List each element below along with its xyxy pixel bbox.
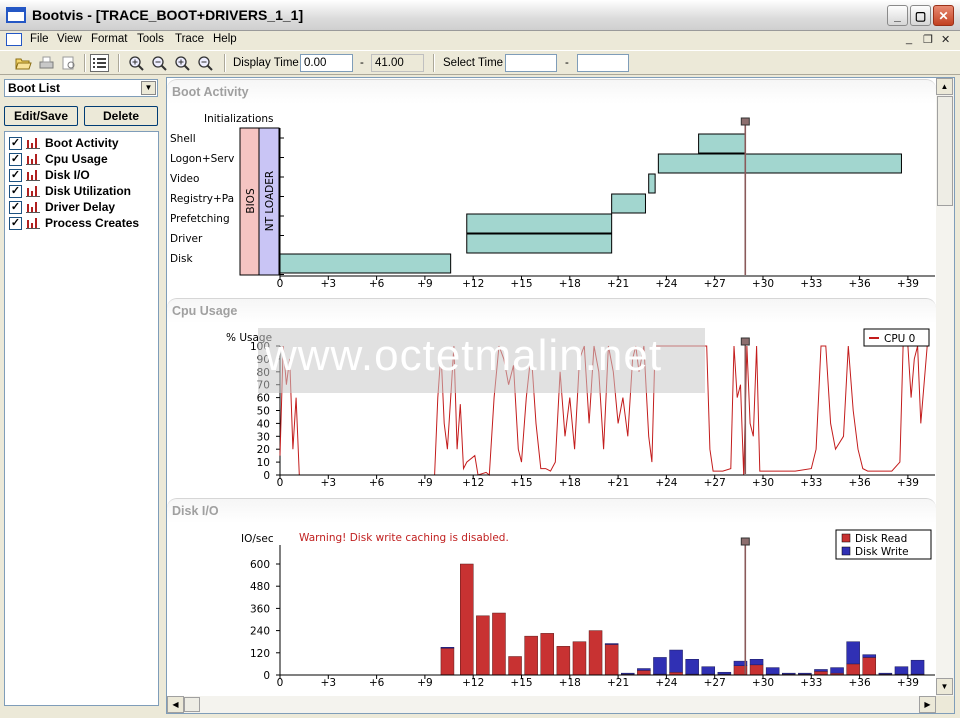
mdi-close-button[interactable]: ✕ (941, 33, 950, 46)
mdi-minimize-button[interactable]: _ (906, 33, 912, 45)
toolbar-separator (118, 54, 120, 72)
select-dash: - (565, 57, 569, 69)
close-button[interactable]: ✕ (933, 5, 954, 26)
graph-list-label: Disk I/O (45, 168, 90, 182)
zoom-in-icon[interactable] (127, 54, 146, 72)
graph-list-label: Process Creates (45, 216, 140, 230)
scroll-corner (936, 696, 954, 713)
zoom-fit-icon[interactable] (196, 54, 215, 72)
checkbox[interactable]: ✓ (9, 184, 22, 198)
checkbox[interactable]: ✓ (9, 152, 22, 166)
toolbar-separator (224, 54, 226, 72)
graph-list-item[interactable]: ✓ Disk I/O (9, 167, 90, 183)
bar-chart-icon (26, 169, 40, 181)
panel-title-disk-io: Disk I/O (172, 504, 219, 518)
graph-list-label: Disk Utilization (45, 184, 132, 198)
print-preview-icon[interactable] (60, 54, 79, 72)
graph-list-label: Cpu Usage (45, 152, 108, 166)
zoom-in-select-icon[interactable] (173, 54, 192, 72)
bar-chart-icon (26, 185, 40, 197)
graph-pane (166, 77, 955, 714)
scroll-down-icon[interactable]: ▼ (936, 678, 953, 695)
delete-button[interactable]: Delete (84, 106, 158, 126)
select-end-input[interactable] (577, 54, 629, 72)
graph-list-label: Boot Activity (45, 136, 119, 150)
edit-save-button[interactable]: Edit/Save (4, 106, 78, 126)
menu-trace[interactable]: Trace (175, 33, 204, 45)
bar-chart-icon (26, 137, 40, 149)
panel-header-disk (167, 498, 936, 523)
panel-header-cpu (167, 298, 936, 323)
toolbar: Display Time 0.00 - 41.00 Select Time - (0, 50, 960, 75)
boot-list-dropdown[interactable]: Boot List ▼ (4, 79, 158, 97)
display-start-input[interactable]: 0.00 (300, 54, 353, 72)
minimize-button[interactable]: _ (887, 5, 908, 26)
open-folder-icon[interactable] (14, 54, 33, 72)
menu-bar: File View Format Tools Trace Help _ ❐ ✕ (0, 31, 960, 49)
menu-view[interactable]: View (57, 33, 82, 45)
mdi-restore-button[interactable]: ❐ (923, 33, 933, 46)
graph-list-item[interactable]: ✓ Cpu Usage (9, 151, 108, 167)
maximize-button[interactable]: ▢ (910, 5, 931, 26)
menu-tools[interactable]: Tools (137, 33, 164, 45)
display-end-field: 41.00 (371, 54, 424, 72)
scroll-right-icon[interactable]: ▶ (919, 696, 936, 713)
display-time-label: Display Time (233, 57, 299, 69)
list-view-icon[interactable] (90, 54, 109, 72)
app-icon (6, 7, 26, 23)
graph-list-item[interactable]: ✓ Driver Delay (9, 199, 115, 215)
checkbox[interactable]: ✓ (9, 216, 22, 230)
vertical-scroll-thumb[interactable] (937, 96, 953, 206)
panel-title-boot-activity: Boot Activity (172, 85, 249, 99)
watermark-text: www.octetmalin.net (265, 331, 663, 380)
window-title: Bootvis - [TRACE_BOOT+DRIVERS_1_1] (32, 7, 304, 23)
panel-title-cpu-usage: Cpu Usage (172, 304, 238, 318)
bar-chart-icon (26, 217, 40, 229)
checkbox[interactable]: ✓ (9, 136, 22, 150)
toolbar-separator (84, 54, 86, 72)
select-time-label: Select Time (443, 57, 504, 69)
graph-list-item[interactable]: ✓ Process Creates (9, 215, 139, 231)
bar-chart-icon (26, 201, 40, 213)
graph-list-label: Driver Delay (45, 200, 116, 214)
dropdown-arrow-icon[interactable]: ▼ (141, 81, 156, 95)
document-icon[interactable] (6, 33, 22, 46)
menu-file[interactable]: File (30, 33, 49, 45)
scroll-up-icon[interactable]: ▲ (936, 78, 953, 95)
panel-header-boot (167, 79, 936, 104)
horizontal-scroll-thumb[interactable] (184, 697, 200, 712)
print-icon[interactable] (37, 54, 56, 72)
select-start-input[interactable] (505, 54, 557, 72)
boot-list-value: Boot List (8, 81, 60, 95)
display-dash: - (360, 57, 364, 69)
checkbox[interactable]: ✓ (9, 200, 22, 214)
title-bar: Bootvis - [TRACE_BOOT+DRIVERS_1_1] _ ▢ ✕ (0, 0, 960, 31)
scroll-left-icon[interactable]: ◀ (167, 696, 184, 713)
vertical-scrollbar[interactable]: ▲ ▼ (936, 78, 954, 696)
zoom-out-icon[interactable] (150, 54, 169, 72)
graph-list-item[interactable]: ✓ Disk Utilization (9, 183, 131, 199)
menu-help[interactable]: Help (213, 33, 237, 45)
bar-chart-icon (26, 153, 40, 165)
graph-list-item[interactable]: ✓ Boot Activity (9, 135, 119, 151)
toolbar-separator (433, 54, 435, 72)
menu-format[interactable]: Format (91, 33, 127, 45)
graph-list: ✓ Boot Activity ✓ Cpu Usage ✓ Disk I/O ✓ Disk U… (4, 131, 159, 706)
checkbox[interactable]: ✓ (9, 168, 22, 182)
horizontal-scrollbar[interactable]: ◀ ▶ (167, 696, 936, 713)
